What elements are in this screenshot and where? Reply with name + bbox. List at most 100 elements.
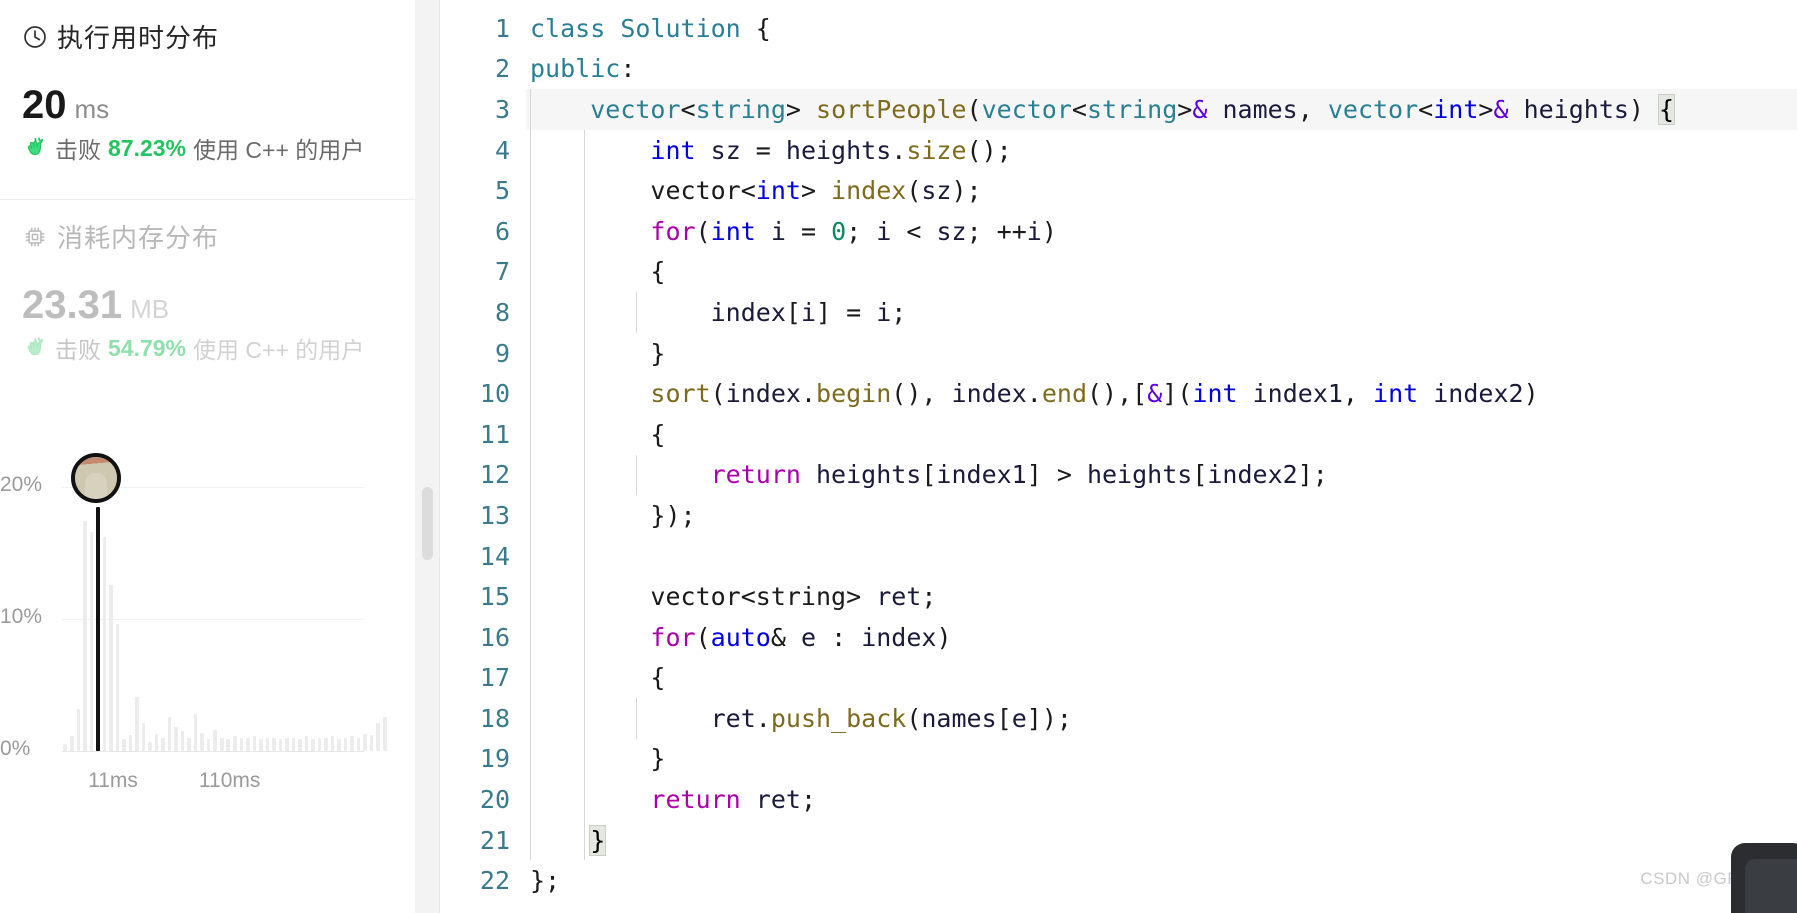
code-line-content[interactable]: return heights[index1] > heights[index2]… — [526, 454, 1797, 496]
chart-bar[interactable] — [63, 744, 68, 751]
chart-bar[interactable] — [148, 741, 152, 751]
code-line[interactable]: 20 return ret; — [440, 779, 1797, 820]
chart-bar[interactable] — [219, 737, 224, 751]
code-line-content[interactable]: for(int i = 0; i < sz; ++i) — [526, 210, 1797, 252]
code-line[interactable]: 9 } — [440, 332, 1797, 374]
sidebar-scrollbar-track[interactable] — [415, 0, 439, 913]
chart-bar[interactable] — [167, 716, 172, 751]
chart-bar[interactable] — [174, 727, 178, 751]
chart-bar[interactable] — [232, 736, 237, 751]
chart-bar[interactable] — [193, 714, 198, 751]
code-line[interactable]: 2 public: — [440, 49, 1797, 90]
chart-bar[interactable] — [200, 732, 204, 751]
code-line-content[interactable]: } — [526, 738, 1797, 780]
chart-bar[interactable] — [382, 716, 387, 751]
chart-bar[interactable] — [122, 739, 126, 751]
code-editor[interactable]: 1 class Solution {2 public: 3 vector<string… — [440, 0, 1797, 913]
sidebar-scrollbar-thumb[interactable] — [422, 487, 433, 560]
code-line[interactable]: 5 vector<int> index(sz); — [440, 170, 1797, 211]
code-line[interactable]: 4 int sz = heights.size(); — [440, 129, 1797, 171]
chart-bar[interactable] — [128, 735, 133, 751]
chart-bar[interactable] — [83, 521, 87, 751]
chart-bar[interactable] — [206, 739, 211, 751]
chart-bar[interactable] — [246, 737, 250, 751]
code-line-content[interactable]: int sz = heights.size(); — [526, 129, 1797, 171]
code-line[interactable]: 1 class Solution { — [440, 8, 1797, 49]
code-line-content[interactable]: { — [526, 251, 1797, 293]
code-line-content[interactable]: index[i] = i; — [526, 292, 1797, 333]
code-line[interactable]: 10 sort(index.begin(), index.end(),[&](i… — [440, 373, 1797, 414]
code-line-content[interactable]: } — [526, 819, 1797, 861]
chart-bar[interactable] — [265, 737, 270, 751]
code-line[interactable]: 13 }); — [440, 495, 1797, 536]
chart-bar[interactable] — [89, 531, 94, 751]
chart-bar[interactable] — [317, 737, 322, 751]
chart-bar[interactable] — [239, 737, 244, 751]
chart-bar[interactable] — [363, 733, 367, 751]
chart-bar[interactable] — [135, 696, 139, 751]
chart-bar[interactable] — [226, 739, 231, 751]
code-line[interactable]: 12 return heights[index1] > heights[inde… — [440, 454, 1797, 496]
code-line-content[interactable]: for(auto& e : index) — [526, 616, 1797, 658]
memory-distribution-card[interactable]: 消耗内存分布 23.31 MB 击败 54.79% 使用 C++ 的用户 — [0, 200, 439, 400]
chart-bar[interactable] — [259, 739, 263, 751]
code-line[interactable]: 8 index[i] = i; — [440, 292, 1797, 333]
code-line[interactable]: 15 vector<string> ret; — [440, 576, 1797, 617]
chart-bar[interactable] — [324, 737, 328, 751]
chart-bar[interactable] — [69, 736, 74, 751]
chart-bar[interactable] — [161, 737, 165, 751]
chart-bar[interactable] — [350, 736, 354, 751]
chart-bar[interactable] — [356, 737, 361, 751]
runtime-distribution-chart[interactable]: 20% 10% 0% 11ms 110ms — [0, 400, 440, 913]
code-line[interactable]: 16 for(auto& e : index) — [440, 616, 1797, 658]
code-line-content[interactable]: }); — [526, 495, 1797, 536]
chart-user-avatar[interactable] — [70, 452, 121, 503]
chart-bar[interactable] — [76, 708, 81, 751]
chart-bar[interactable] — [102, 537, 107, 751]
chart-bar[interactable] — [115, 624, 120, 751]
chart-bar[interactable] — [285, 737, 289, 751]
chart-bar[interactable] — [278, 739, 283, 751]
chart-bar[interactable] — [213, 729, 217, 751]
code-line-content[interactable]: vector<string> ret; — [526, 576, 1797, 617]
code-line-content[interactable]: { — [526, 657, 1797, 699]
chart-bar[interactable] — [330, 736, 335, 751]
chart-bar[interactable] — [369, 735, 374, 751]
code-line[interactable]: 22}; — [440, 860, 1797, 901]
chart-bar[interactable] — [304, 736, 309, 751]
code-line-content[interactable]: vector<string> sortPeople(vector<string>… — [526, 89, 1797, 130]
code-line-content[interactable] — [526, 535, 1797, 577]
runtime-distribution-card[interactable]: 执行用时分布 20 ms 击败 87.23% 使用 C++ 的用户 — [0, 0, 439, 200]
code-line[interactable]: 7 { — [440, 251, 1797, 293]
chart-bar[interactable] — [252, 736, 257, 751]
chart-bar[interactable] — [141, 723, 146, 751]
chart-bar[interactable] — [343, 737, 348, 751]
code-line-content[interactable]: } — [526, 332, 1797, 374]
chart-bar[interactable] — [337, 739, 341, 751]
chart-bar[interactable] — [291, 737, 296, 751]
code-line[interactable]: 6 for(int i = 0; i < sz; ++i) — [440, 210, 1797, 252]
code-line[interactable]: 18 ret.push_back(names[e]); — [440, 698, 1797, 739]
corner-widget[interactable] — [1731, 843, 1797, 913]
code-line-content[interactable]: class Solution { — [526, 8, 1797, 49]
chart-bar[interactable] — [311, 739, 315, 751]
code-line-content[interactable]: sort(index.begin(), index.end(),[&](int … — [526, 373, 1797, 414]
chart-bar[interactable] — [376, 723, 380, 751]
chart-bar[interactable] — [298, 739, 302, 751]
code-line[interactable]: 19 } — [440, 738, 1797, 780]
code-line-content[interactable]: vector<int> index(sz); — [526, 170, 1797, 211]
chart-bar[interactable] — [187, 737, 191, 751]
code-line[interactable]: 17 { — [440, 657, 1797, 699]
code-line[interactable]: 3 vector<string> sortPeople(vector<strin… — [440, 89, 1797, 130]
code-line[interactable]: 21 } — [440, 819, 1797, 861]
chart-bar[interactable] — [109, 584, 113, 751]
code-line-content[interactable]: { — [526, 413, 1797, 455]
code-line-content[interactable]: return ret; — [526, 779, 1797, 820]
chart-bar[interactable] — [154, 733, 159, 751]
code-line-content[interactable]: ret.push_back(names[e]); — [526, 698, 1797, 739]
chart-bar[interactable] — [180, 731, 185, 751]
code-line[interactable]: 11 { — [440, 413, 1797, 455]
code-line[interactable]: 14 — [440, 535, 1797, 577]
chart-bar[interactable] — [272, 737, 276, 751]
code-line-content[interactable]: }; — [526, 860, 1797, 901]
